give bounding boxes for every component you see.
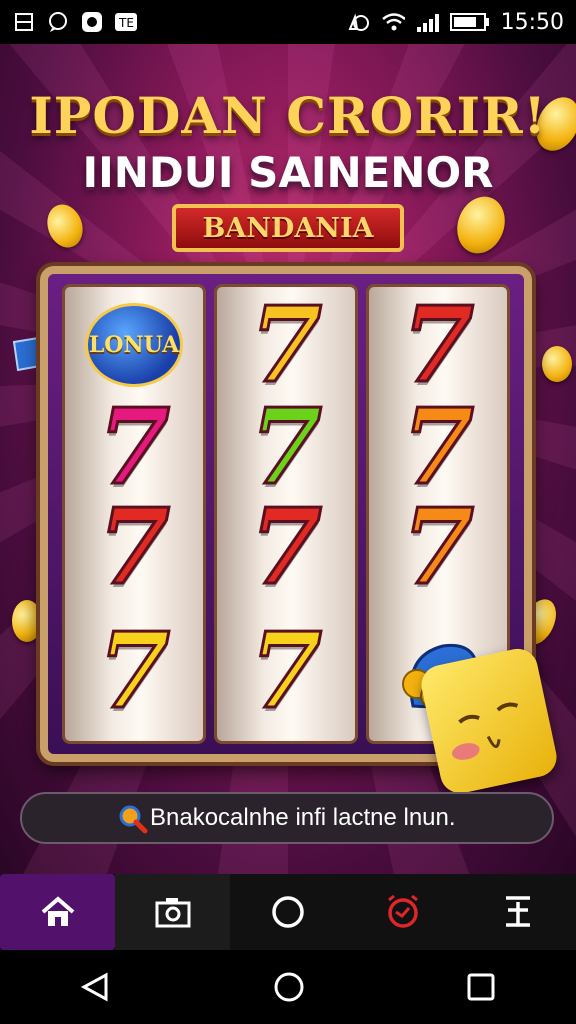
app-icon: TE [114,11,138,33]
reel-symbol: LONUA [65,295,203,395]
game-subtitle: IINDUI SAINENOR [82,148,494,197]
signal-icon [415,11,439,33]
home-circle-icon[interactable] [272,970,306,1004]
seven-symbol: 7 [400,385,475,508]
slot-game-hero[interactable]: IPODAN CRORIR! IINDUI SAINENOR BANDANIA … [0,44,576,874]
promo-banner[interactable]: BANDANIA [172,204,404,252]
wifi-icon [381,11,405,33]
tab-home[interactable] [0,874,116,950]
tab-clock[interactable] [346,874,461,950]
banner-label: BANDANIA [202,212,374,244]
seven-symbol: 7 [96,385,171,508]
chat-icon [46,11,70,33]
clock-icon [388,894,419,928]
battery-icon [449,11,491,33]
reel-symbol: 7 [217,385,355,508]
seven-symbol: 7 [96,485,171,608]
recents-icon[interactable] [466,972,496,1002]
upload-icon [506,896,531,927]
reel-symbol: 7 [217,485,355,608]
tab-camera[interactable] [115,874,231,950]
home-icon [41,896,74,926]
search-icon [119,805,148,834]
seven-symbol: 7 [400,485,475,608]
reel-symbol: 7 [369,385,507,508]
seven-symbol: 7 [248,284,323,406]
coin-decoration [542,346,572,382]
game-title: IPODAN CRORIR! [29,86,547,145]
reel-1: LONUA 7 7 7 [62,284,206,744]
reel-symbol: 7 [369,284,507,406]
seven-symbol: 7 [248,609,323,732]
reel-symbol: 7 [217,284,355,406]
reel-symbol: 7 [65,485,203,608]
bottom-tab-bar [0,874,576,950]
reel-symbol: 7 [217,609,355,732]
circle-icon [272,896,304,928]
gem-decoration [12,336,42,372]
alarm-icon [347,11,371,33]
seven-symbol: 7 [400,284,475,406]
notification-icon [12,11,36,33]
reel-symbol: 7 [65,609,203,732]
back-icon[interactable] [80,971,112,1003]
reel-2: 7 7 7 7 [214,284,358,744]
reel-symbol: 7 [65,385,203,508]
coin-decoration [12,600,42,642]
lonua-bonus-symbol: LONUA [88,306,180,384]
svg-text:TE: TE [118,16,134,30]
camera-icon [155,898,191,928]
status-bar-right: 15:50 [347,10,564,35]
status-bar: TE 15:50 [0,0,576,44]
tab-circle[interactable] [230,874,345,950]
status-bar-left: TE [12,11,138,33]
search-bar[interactable]: Bnakocalnhe infi lactne lnun. [20,792,554,844]
seven-symbol: 7 [248,385,323,508]
search-text: Bnakocalnhe infi lactne lnun. [150,804,456,831]
seven-symbol: 7 [96,609,171,732]
bonus-symbol-label: LONUA [88,332,180,358]
seven-symbol: 7 [248,485,323,608]
tab-upload[interactable] [461,874,576,950]
clock-time: 15:50 [500,9,564,35]
reel-symbol: 7 [369,485,507,608]
record-icon [80,11,104,33]
system-navigation-bar [0,950,576,1024]
